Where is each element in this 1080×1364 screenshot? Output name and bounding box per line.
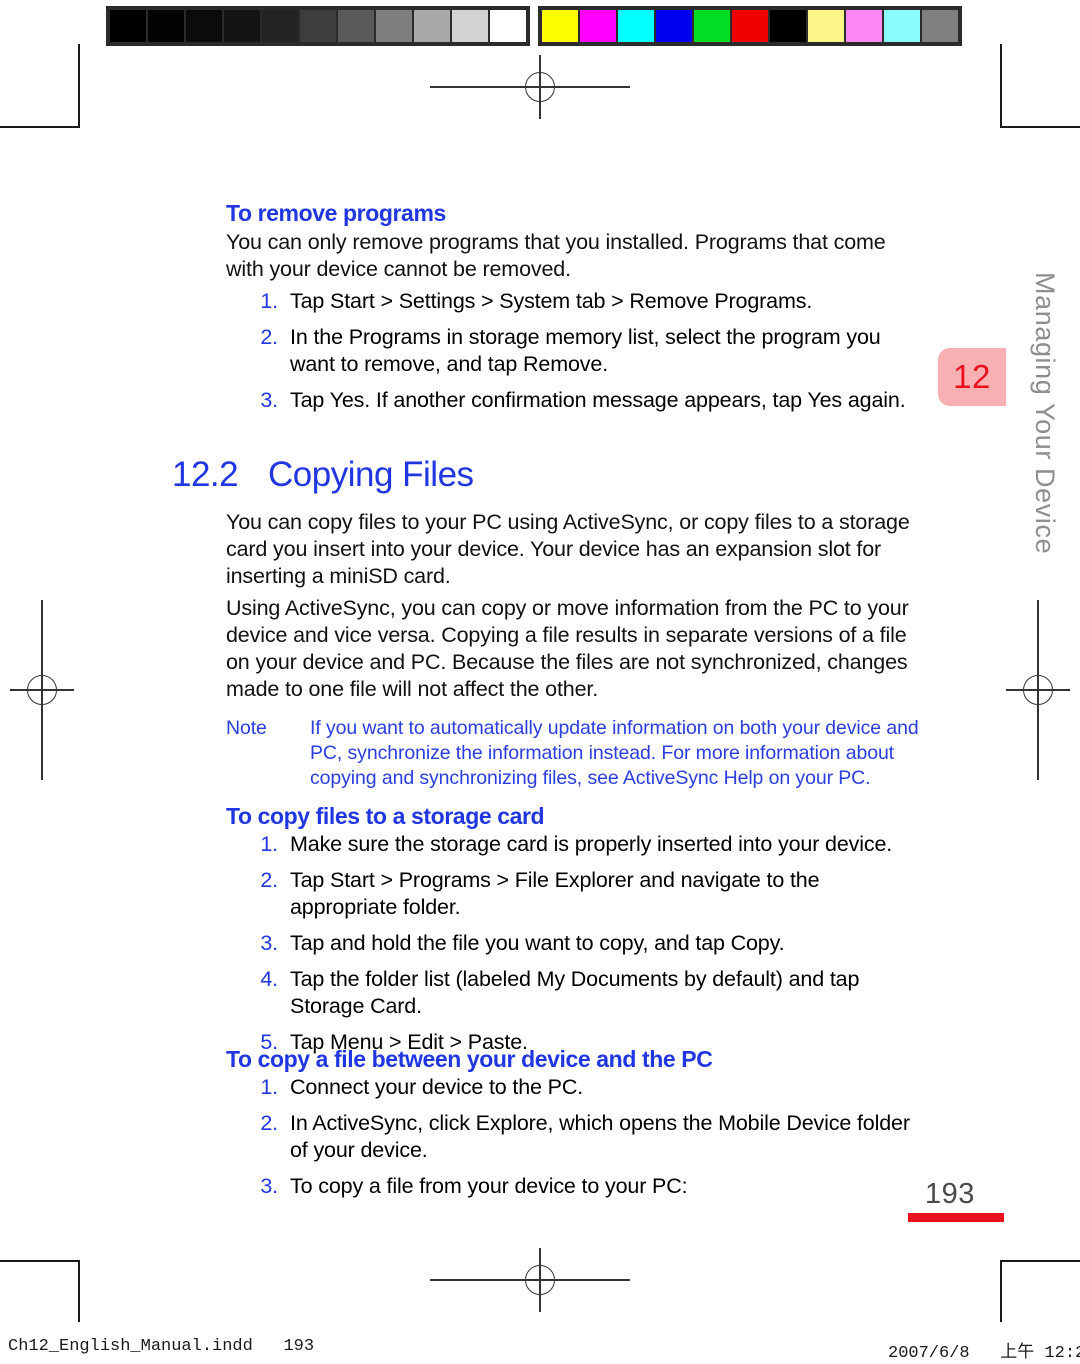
paragraph-copying-files-1: You can copy files to your PC using Acti… [226, 510, 910, 588]
step-marker: 4. [260, 967, 278, 991]
step-text: Tap Start > Programs > File Explorer and… [290, 868, 820, 919]
steps-copy-to-storage-card: 1. Make sure the storage card is properl… [248, 831, 928, 1065]
step-text: Make sure the storage card is properly i… [290, 832, 893, 856]
chapter-number: 12 [953, 358, 991, 395]
paragraph-remove-programs-intro: You can only remove programs that you in… [226, 230, 886, 281]
steps-remove-programs: 1. Tap Start > Settings > System tab > R… [248, 288, 928, 423]
step-text: Tap the folder list (labeled My Document… [290, 967, 860, 1018]
step-marker: 1. [260, 1075, 278, 1099]
slug-timestamp: 2007/6/8 上午 12:24: [888, 1344, 1080, 1363]
chapter-tab: 12 [938, 348, 1006, 406]
slug-filename: Ch12_English_Manual.indd 193 [8, 1337, 315, 1356]
step-text: In the Programs in storage memory list, … [290, 325, 881, 376]
step-text: Tap and hold the file you want to copy, … [290, 931, 785, 955]
step-text: Tap Start > Settings > System tab > Remo… [290, 289, 813, 313]
list-item: 1. Make sure the storage card is properl… [248, 831, 928, 858]
step-text: To copy a file from your device to your … [290, 1174, 688, 1198]
step-marker: 2. [260, 325, 278, 349]
note-text: If you want to automatically update info… [310, 717, 919, 789]
manual-page-content: To remove programs You can only remove p… [0, 0, 1080, 1364]
list-item: 3. Tap and hold the file you want to cop… [248, 930, 928, 957]
section-title: 12.2 Copying Files [172, 455, 474, 495]
step-text: Connect your device to the PC. [290, 1075, 584, 1099]
note-block: Note If you want to automatically update… [226, 716, 926, 791]
step-marker: 3. [260, 1174, 278, 1198]
page-number-rule [908, 1213, 1004, 1222]
step-text: Tap Yes. If another confirmation message… [290, 388, 906, 412]
list-item: 3. To copy a file from your device to yo… [248, 1173, 928, 1200]
heading-to-copy-file-between-device-and-pc: To copy a file between your device and t… [226, 1046, 713, 1072]
list-item: 3. Tap Yes. If another confirmation mess… [248, 387, 928, 414]
heading-to-remove-programs: To remove programs [226, 200, 446, 226]
step-marker: 1. [260, 289, 278, 313]
page-number: 193 [925, 1178, 975, 1210]
note-label: Note [226, 717, 267, 739]
heading-to-copy-files-to-storage-card: To copy files to a storage card [226, 803, 545, 829]
list-item: 4. Tap the folder list (labeled My Docum… [248, 966, 928, 1020]
step-marker: 1. [260, 832, 278, 856]
list-item: 2. In the Programs in storage memory lis… [248, 324, 928, 378]
step-marker: 3. [260, 388, 278, 412]
list-item: 2. In ActiveSync, click Explore, which o… [248, 1110, 928, 1164]
step-marker: 2. [260, 1111, 278, 1135]
step-marker: 3. [260, 931, 278, 955]
steps-copy-between-device-and-pc: 1. Connect your device to the PC. 2. In … [248, 1074, 928, 1209]
list-item: 1. Connect your device to the PC. [248, 1074, 928, 1101]
step-text: In ActiveSync, click Explore, which open… [290, 1111, 910, 1162]
step-marker: 2. [260, 868, 278, 892]
list-item: 1. Tap Start > Settings > System tab > R… [248, 288, 928, 315]
chapter-vertical-label: Managing Your Device [1030, 272, 1060, 555]
list-item: 2. Tap Start > Programs > File Explorer … [248, 867, 928, 921]
section-title-text: Copying Files [268, 455, 474, 494]
paragraph-copying-files-2: Using ActiveSync, you can copy or move i… [226, 596, 909, 701]
section-number: 12.2 [172, 455, 239, 494]
